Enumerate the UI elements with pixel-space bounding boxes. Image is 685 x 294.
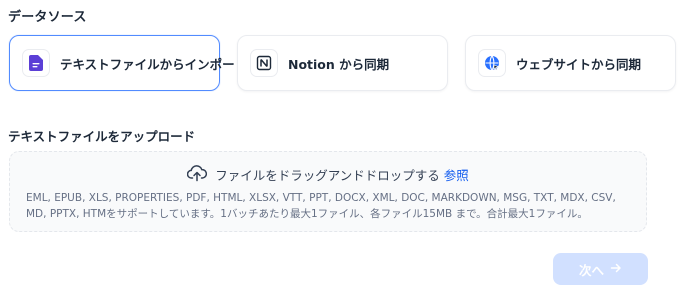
drop-text: ファイルをドラッグアンドドロップする <box>215 168 440 183</box>
source-option-text-file[interactable]: テキストファイルからインポート <box>9 35 247 91</box>
upload-section-label: テキストファイルをアップロード <box>8 129 196 144</box>
supported-formats-text: EML, EPUB, XLS, PROPERTIES, PDF, HTML, X… <box>26 190 632 222</box>
formats-line: MD, PPTX, HTMをサポートしています。1バッチあたり最大1ファイル、各… <box>26 208 588 220</box>
drop-instruction: ファイルをドラッグアンドドロップする 参照 <box>215 165 469 184</box>
notion-icon <box>250 49 278 77</box>
formats-line: EML, EPUB, XLS, PROPERTIES, PDF, HTML, X… <box>26 192 616 204</box>
arrow-right-icon <box>610 262 622 277</box>
data-source-label: データソース <box>8 10 87 25</box>
source-option-notion[interactable]: Notion から同期 <box>237 35 448 91</box>
source-option-label: テキストファイルからインポート <box>60 56 248 72</box>
browse-link[interactable]: 参照 <box>444 168 469 183</box>
source-option-website[interactable]: ウェブサイトから同期 <box>465 35 676 91</box>
file-dropzone[interactable]: ファイルをドラッグアンドドロップする 参照 EML, EPUB, XLS, PR… <box>9 151 647 232</box>
file-text-icon <box>22 49 50 77</box>
source-option-label: Notion から同期 <box>288 56 390 72</box>
next-button[interactable]: 次へ <box>553 253 648 285</box>
source-option-label: ウェブサイトから同期 <box>516 56 642 72</box>
next-button-label: 次へ <box>578 262 604 278</box>
website-globe-icon <box>478 49 506 77</box>
cloud-upload-icon <box>187 164 208 185</box>
